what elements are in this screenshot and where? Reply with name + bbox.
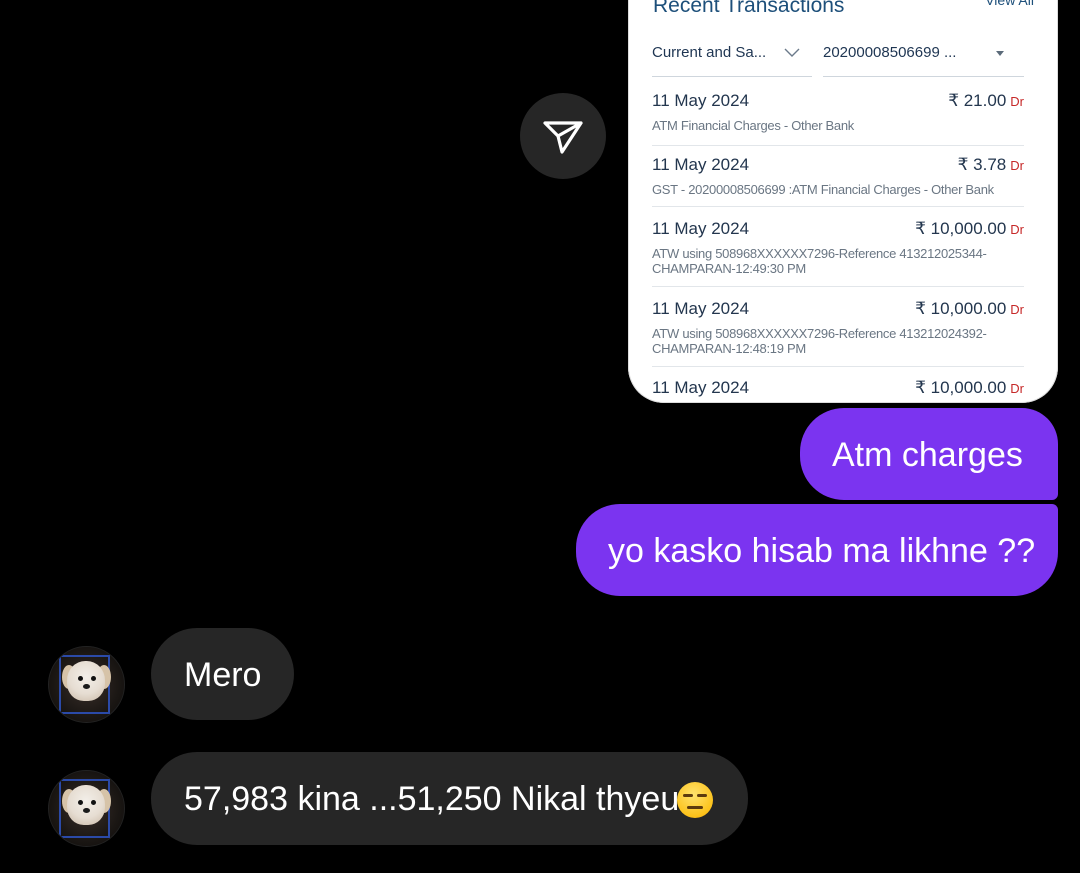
- expressionless-face-icon: [677, 782, 713, 818]
- view-all-link: View All: [985, 0, 1034, 8]
- emoji-eye-left: [683, 794, 693, 797]
- transaction-date: 11 May 2024: [652, 91, 750, 110]
- sent-message[interactable]: yo kasko hisab ma likhne ??: [576, 504, 1058, 596]
- share-button[interactable]: [520, 93, 606, 179]
- dog-eye-left: [78, 676, 83, 681]
- transaction-row: 11 May 2024 ₹ 21.00 Dr ATM Financial Char…: [652, 91, 1024, 146]
- sender-avatar[interactable]: [48, 770, 125, 847]
- transaction-description: ATW using 508968XXXXXX7296-Reference 413…: [652, 326, 987, 356]
- transaction-amount: ₹ 10,000.00 Dr: [915, 378, 1024, 398]
- transaction-row: 11 May 2024 ₹ 10,000.00 Dr ATW using 5089…: [652, 299, 1024, 367]
- account-number-filter: 20200008506699 ...: [823, 40, 1024, 77]
- debit-marker: Dr: [1010, 381, 1024, 396]
- transaction-amount: ₹ 3.78 Dr: [958, 155, 1024, 175]
- dog-nose: [83, 684, 90, 689]
- account-number-label: 20200008506699 ...: [823, 44, 957, 61]
- message-text: 57,983 kina ...51,250 Nikal thyeu: [184, 780, 680, 818]
- debit-marker: Dr: [1010, 158, 1024, 173]
- amount-value: ₹ 10,000.00: [915, 299, 1007, 318]
- dog-face: [67, 661, 105, 701]
- transaction-description: ATW using 508968XXXXXX7296-Reference 413…: [652, 246, 987, 276]
- transaction-description: GST - 20200008506699 :ATM Financial Char…: [652, 182, 994, 197]
- transaction-date: 11 May 2024: [652, 299, 750, 318]
- transaction-description: ATM Financial Charges - Other Bank: [652, 118, 854, 133]
- transaction-amount: ₹ 10,000.00 Dr: [915, 219, 1024, 239]
- account-type-label: Current and Sa...: [652, 44, 767, 61]
- amount-value: ₹ 10,000.00: [915, 378, 1007, 397]
- debit-marker: Dr: [1010, 222, 1024, 237]
- received-message[interactable]: Mero: [151, 628, 294, 720]
- transaction-amount: ₹ 21.00 Dr: [948, 91, 1024, 111]
- send-icon: [543, 121, 583, 154]
- dog-nose: [83, 808, 90, 813]
- transaction-row: 11 May 2024 ₹ 10,000.00 Dr: [652, 378, 1024, 403]
- message-text: yo kasko hisab ma likhne ??: [608, 532, 1036, 570]
- transaction-date: 11 May 2024: [652, 155, 750, 174]
- debit-marker: Dr: [1010, 94, 1024, 109]
- dog-eye-right: [91, 800, 96, 805]
- received-message[interactable]: 57,983 kina ...51,250 Nikal thyeu: [151, 752, 748, 845]
- card-title: Recent Transactions: [653, 0, 845, 17]
- transaction-row: 11 May 2024 ₹ 10,000.00 Dr ATW using 5089…: [652, 219, 1024, 287]
- amount-value: ₹ 21.00: [948, 91, 1007, 110]
- emoji-eye-right: [697, 794, 707, 797]
- message-text: Atm charges: [832, 436, 1023, 474]
- dog-eye-left: [78, 800, 83, 805]
- transaction-date: 11 May 2024: [652, 219, 750, 238]
- dog-eye-right: [91, 676, 96, 681]
- dog-face: [67, 785, 105, 825]
- debit-marker: Dr: [1010, 302, 1024, 317]
- account-type-filter: Current and Sa...: [652, 40, 812, 77]
- amount-value: ₹ 3.78: [957, 155, 1007, 174]
- emoji-mouth: [687, 806, 703, 809]
- transaction-row: 11 May 2024 ₹ 3.78 Dr GST - 2020000850669…: [652, 155, 1024, 207]
- amount-value: ₹ 10,000.00: [915, 219, 1007, 238]
- chevron-down-icon: [784, 48, 800, 57]
- caret-down-icon: [996, 51, 1004, 56]
- message-text: Mero: [184, 656, 262, 694]
- shared-transactions-screenshot[interactable]: Recent Transactions View All Current and…: [628, 0, 1058, 403]
- sender-avatar[interactable]: [48, 646, 125, 723]
- transaction-amount: ₹ 10,000.00 Dr: [915, 299, 1024, 319]
- sent-message[interactable]: Atm charges: [800, 408, 1058, 500]
- transaction-date: 11 May 2024: [652, 378, 750, 397]
